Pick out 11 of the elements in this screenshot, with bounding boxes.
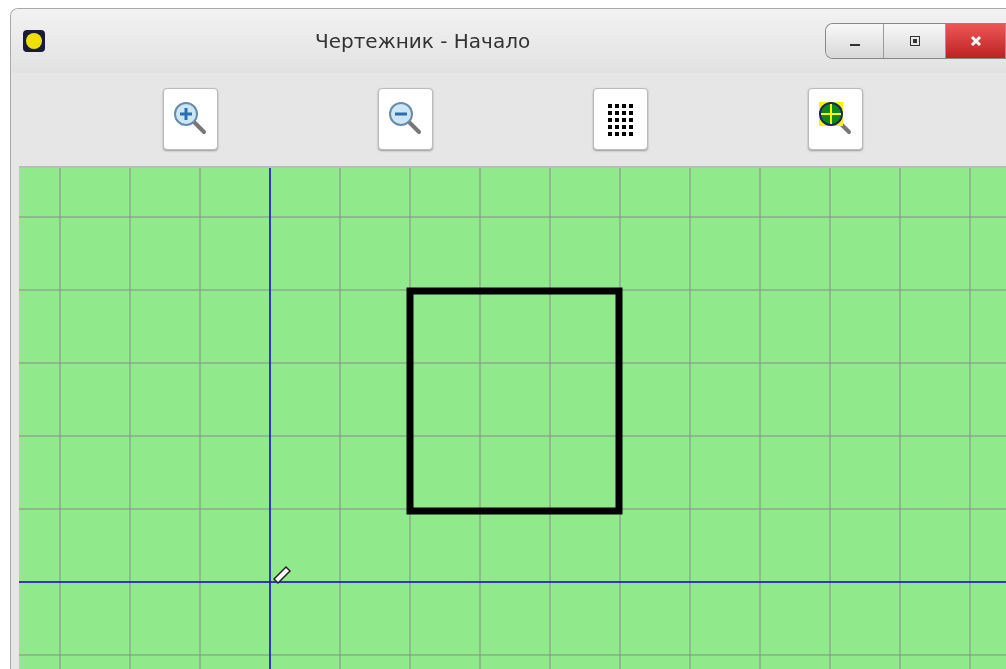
smiley-icon: [23, 29, 45, 52]
maximize-button[interactable]: [884, 23, 946, 58]
minimize-icon: [849, 43, 860, 46]
pencil-icon: [272, 565, 292, 585]
grid-button[interactable]: [593, 88, 648, 151]
fit-button[interactable]: [808, 88, 863, 151]
window-title: Чертежник - Начало: [315, 28, 531, 53]
maximize-icon: [908, 34, 921, 47]
zoom-out-button[interactable]: [378, 88, 433, 151]
close-icon: [969, 34, 982, 47]
zoom-in-button[interactable]: [163, 88, 218, 151]
